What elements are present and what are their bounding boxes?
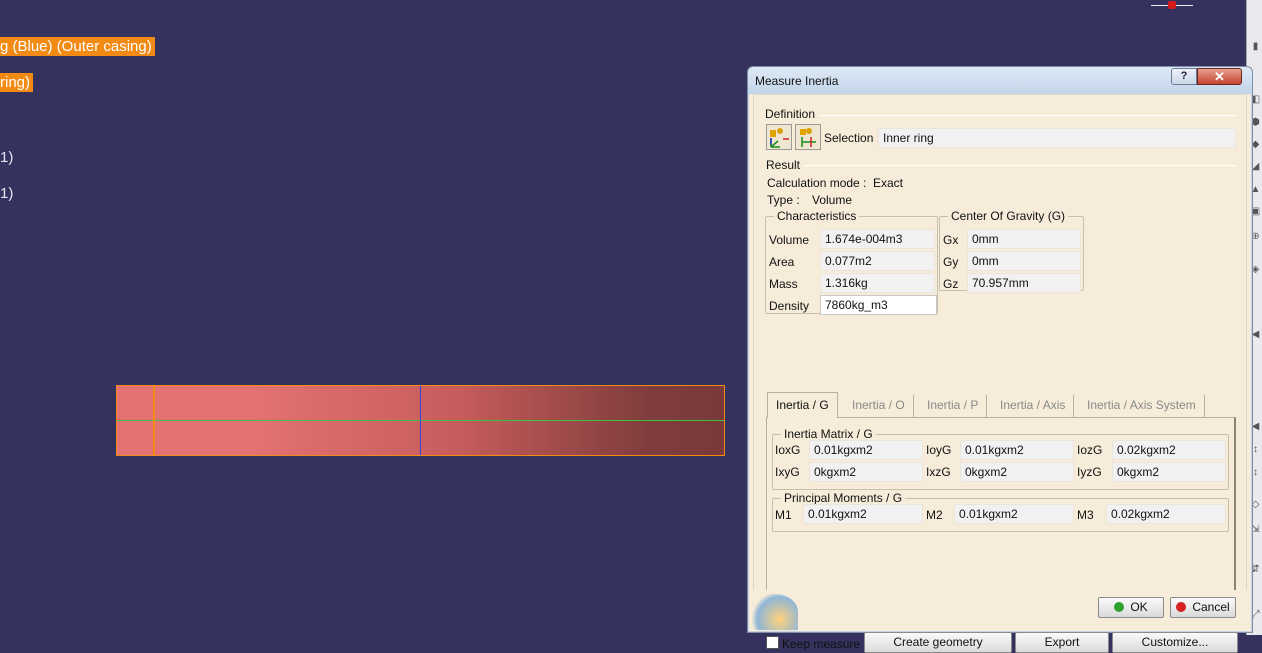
m2-label: M2 [926,508,943,522]
mass-field[interactable]: 1.316kg [820,273,935,293]
dialog-body: Definition Selection : Inner ring Result [753,94,1247,653]
tab-inertia-g[interactable]: Inertia / G [767,392,838,418]
iozg-label: IozG [1077,443,1103,457]
definition-label: Definition [765,107,816,121]
dialog-titlebar[interactable]: Measure Inertia ? ✕ [748,67,1252,94]
tab-inertia-axis-system[interactable]: Inertia / Axis System [1079,395,1205,417]
selection-field[interactable]: Inner ring [878,128,1236,148]
gz-field[interactable]: 70.957mm [967,273,1081,293]
volume-label: Volume [769,233,810,247]
tree-label-inner-ring[interactable]: ring) [0,73,34,92]
measure-inertia-3d-icon[interactable] [766,124,792,150]
axis-line-orange [153,386,155,455]
dialog-footer: OK Cancel [752,590,1248,630]
center-of-gravity-label: Center Of Gravity (G) [948,209,1069,223]
area-label: Area [769,255,795,269]
export-button[interactable]: Export [1015,632,1109,653]
iyzg-field[interactable]: 0kgxm2 [1112,462,1226,482]
tree-label[interactable]: 1) [0,149,13,166]
m2-field[interactable]: 0.01kgxm2 [954,504,1074,524]
cancel-label: Cancel [1192,600,1230,614]
density-input[interactable]: 7860kg_m3 [820,295,937,315]
ioxg-field[interactable]: 0.01kgxm2 [809,440,923,460]
keep-measure-label: Keep measure [782,637,861,651]
ioyg-label: IoyG [926,443,952,457]
m3-label: M3 [1077,508,1094,522]
ixyg-field[interactable]: 0kgxm2 [809,462,923,482]
help-icon: ? [1180,70,1188,82]
tab-inertia-axis[interactable]: Inertia / Axis [992,395,1075,417]
compass-marker[interactable] [1151,0,1193,10]
measure-inertia-2d-icon[interactable] [795,124,821,150]
ioxg-label: IoxG [775,443,801,457]
characteristics-label: Characteristics [774,209,860,223]
ixzg-field[interactable]: 0kgxm2 [960,462,1074,482]
close-button[interactable]: ✕ [1197,68,1242,85]
m1-field[interactable]: 0.01kgxm2 [803,504,923,524]
principal-moments-label: Principal Moments / G [781,491,906,505]
gz-label: Gz [943,277,959,291]
cancel-icon [1176,602,1187,612]
axis-line-blue [420,386,421,455]
dialog-title: Measure Inertia [755,74,839,88]
ok-icon [1114,602,1125,612]
close-icon: ✕ [1214,69,1225,84]
calc-mode-label: Calculation mode : [767,176,867,190]
gx-label: Gx [943,233,959,247]
mass-label: Mass [769,277,798,291]
keep-measure-checkbox[interactable] [766,636,779,649]
tab-inertia-p[interactable]: Inertia / P [919,395,988,417]
m1-label: M1 [775,508,792,522]
inertia-matrix-label: Inertia Matrix / G [781,427,876,441]
create-geometry-button[interactable]: Create geometry [864,632,1012,653]
type-value: Volume [812,193,853,207]
ixzg-label: IxzG [926,465,951,479]
gy-field[interactable]: 0mm [967,251,1081,271]
cancel-button[interactable]: Cancel [1170,597,1236,618]
tree-label-outer-casing[interactable]: g (Blue) (Outer casing) [0,37,155,56]
ioyg-field[interactable]: 0.01kgxm2 [960,440,1074,460]
inner-ring-part[interactable] [116,385,725,456]
density-label: Density [769,299,810,313]
ixyg-label: IxyG [775,465,800,479]
toolbar-icon[interactable]: ▮ [1250,42,1261,52]
tree-label[interactable]: 1) [0,185,13,202]
area-field[interactable]: 0.077m2 [820,251,935,271]
calc-mode-value: Exact [873,176,904,190]
gx-field[interactable]: 0mm [967,229,1081,249]
iozg-field[interactable]: 0.02kgxm2 [1112,440,1226,460]
selection-label: Selection : [824,131,881,145]
customize-button[interactable]: Customize... [1112,632,1238,653]
ok-button[interactable]: OK [1098,597,1164,618]
type-label: Type : [767,193,800,207]
result-label: Result [766,158,801,172]
volume-field[interactable]: 1.674e-004m3 [820,229,935,249]
gy-label: Gy [943,255,959,269]
catia-logo [752,594,798,630]
help-button[interactable]: ? [1171,68,1197,85]
m3-field[interactable]: 0.02kgxm2 [1106,504,1226,524]
measure-inertia-dialog: Measure Inertia ? ✕ Definition Selection… [747,66,1253,653]
ok-label: OK [1130,600,1148,614]
tab-inertia-o[interactable]: Inertia / O [844,395,914,417]
iyzg-label: IyzG [1077,465,1102,479]
